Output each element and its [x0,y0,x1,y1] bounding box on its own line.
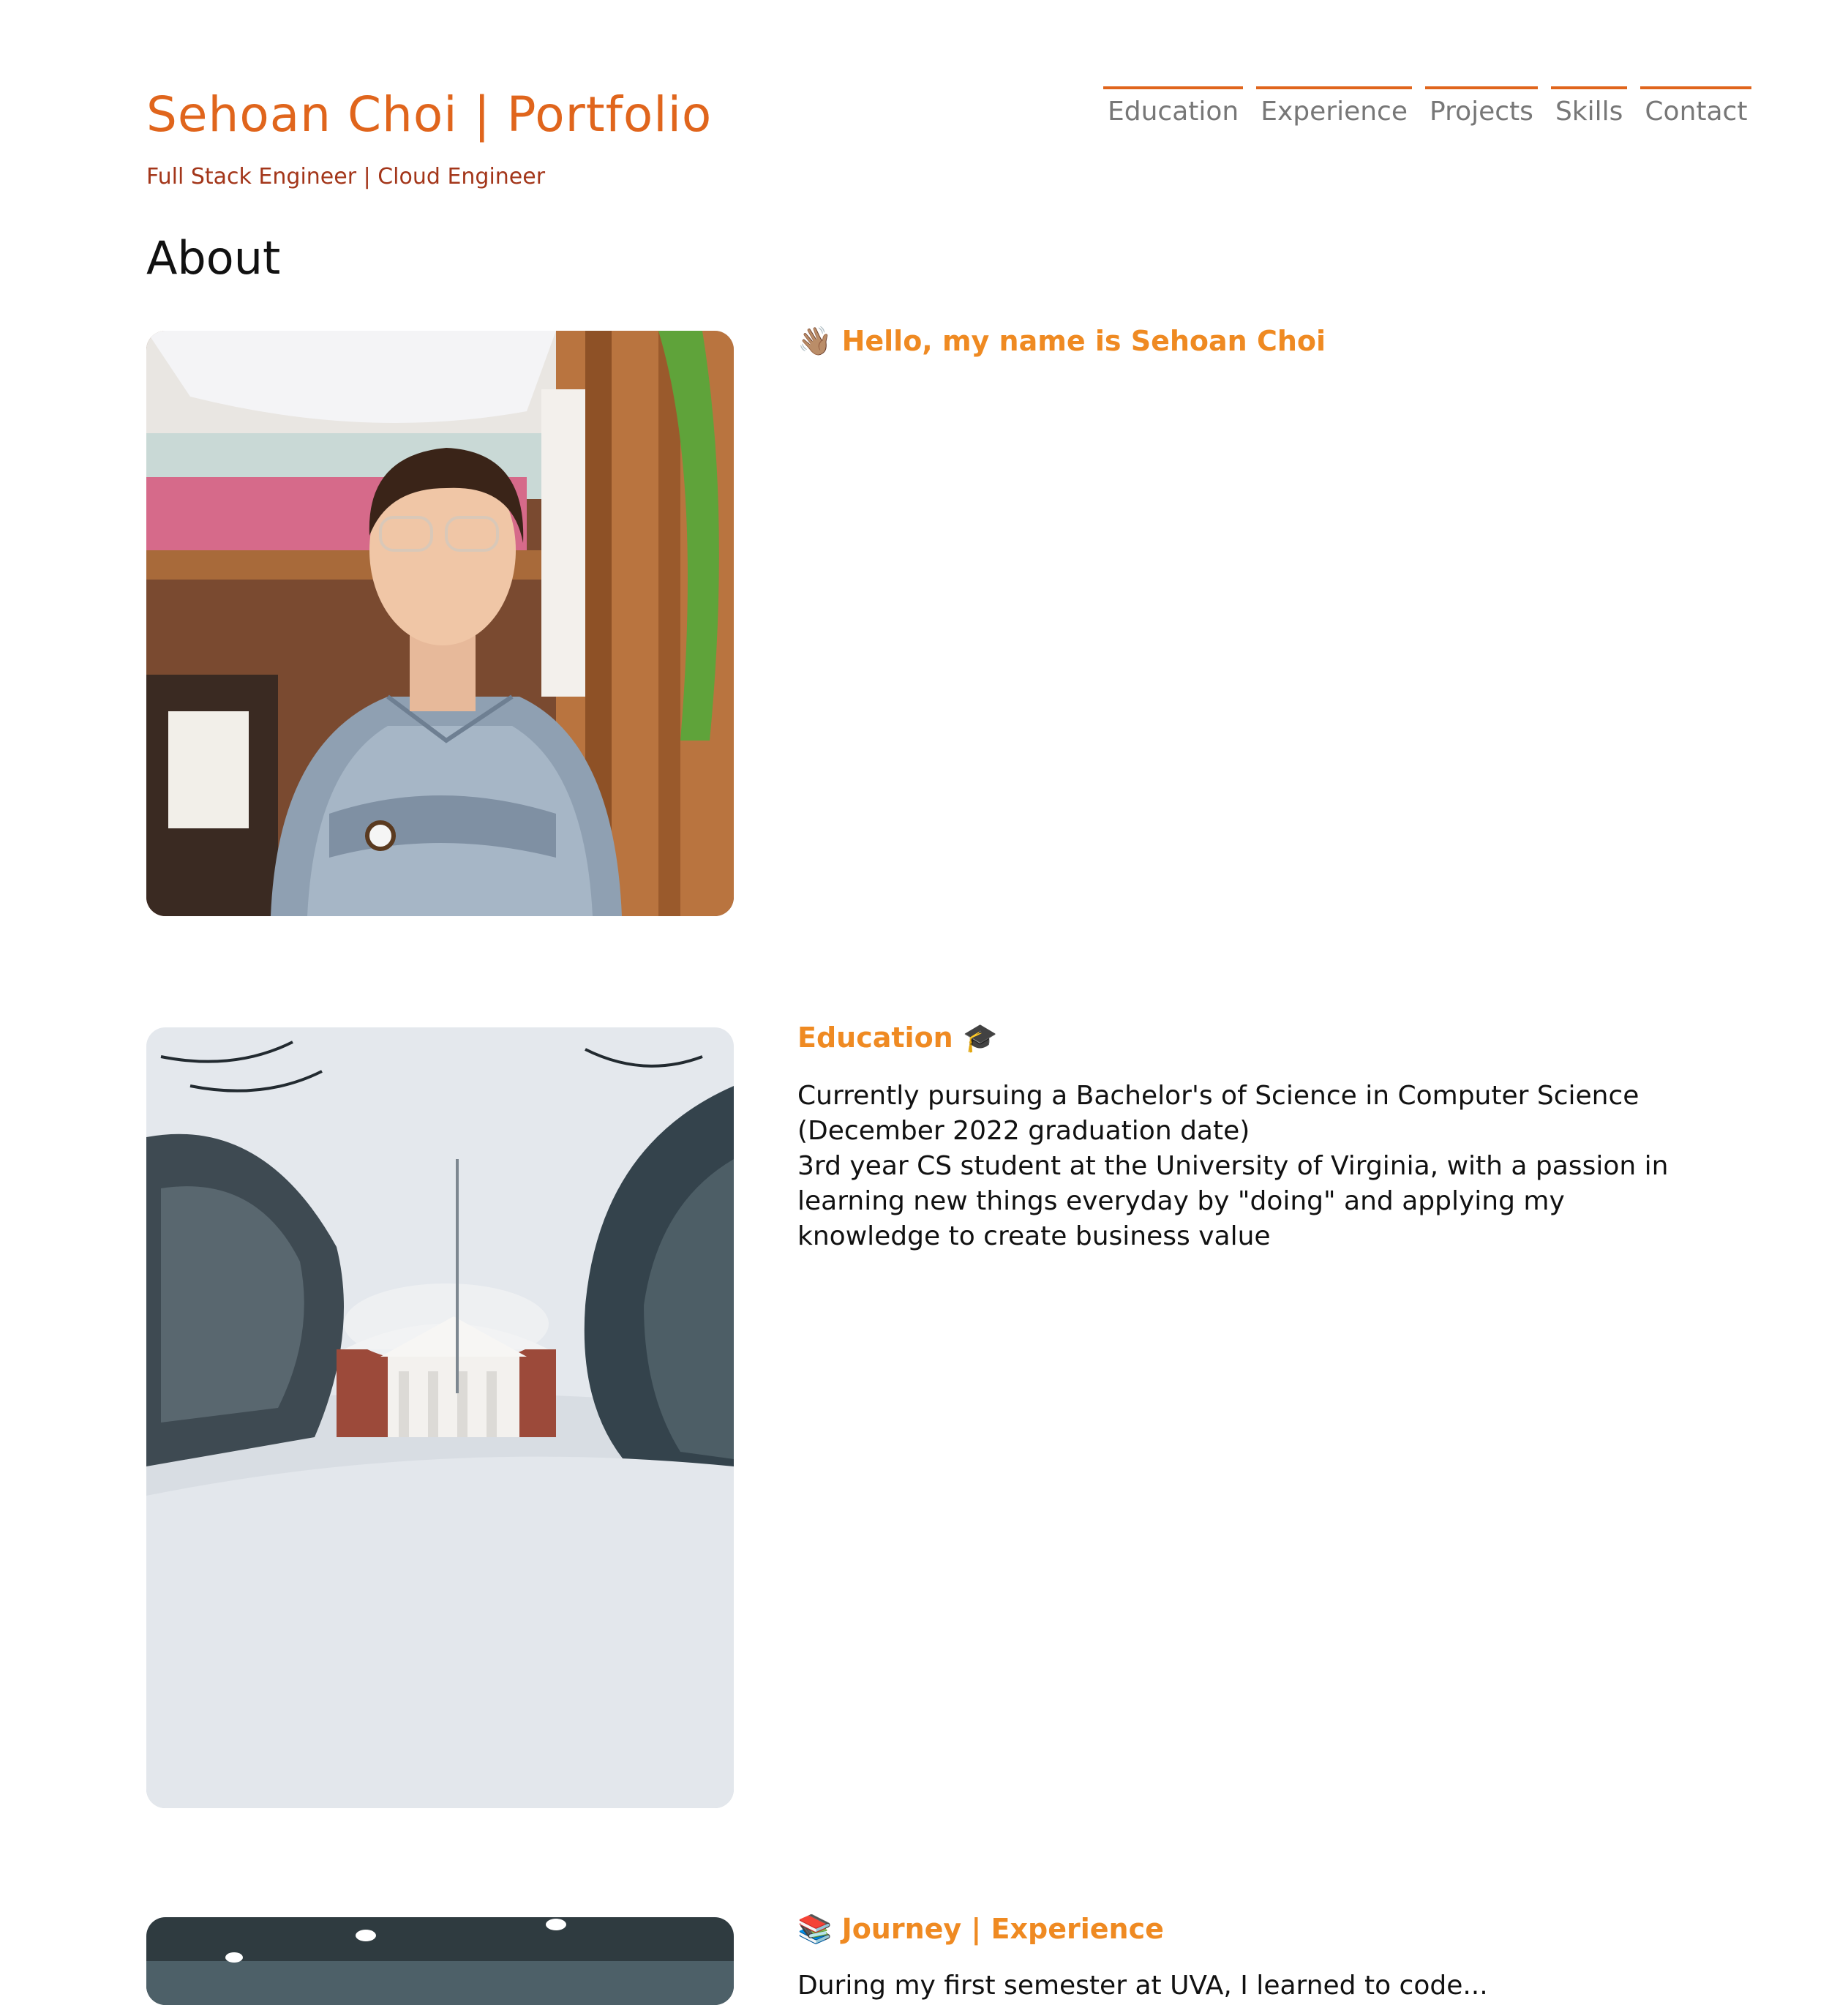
hello-heading-text: Hello, my name is Sehoan Choi [841,325,1326,357]
site-subtitle: Full Stack Engineer | Cloud Engineer [146,164,546,190]
graduation-cap-icon: 🎓 [962,1022,998,1054]
nav-projects[interactable]: Projects [1425,86,1538,127]
office-photo-illustration [146,1917,734,2005]
portrait-photo-illustration [146,331,734,916]
about-card-heading-journey: 📚 Journey | Experience [797,1913,1164,1946]
campus-photo-illustration [146,1027,734,1808]
education-paragraph-2: 3rd year CS student at the University of… [797,1151,1669,1251]
about-section-title: About [146,231,281,285]
nav-skills[interactable]: Skills [1550,86,1628,127]
journey-heading-text: Journey | Experience [841,1913,1164,1945]
waving-hand-icon: 👋🏽 [797,325,833,357]
journey-paragraph-1: During my first semester at UVA, I learn… [797,1971,1488,2001]
portrait-photo [146,331,734,916]
campus-photo [146,1027,734,1808]
nav-experience[interactable]: Experience [1256,86,1412,127]
education-description: Currently pursuing a Bachelor's of Scien… [797,1079,1690,1254]
nav-education[interactable]: Education [1103,86,1244,127]
education-heading-text: Education [797,1022,953,1054]
office-photo [146,1917,734,2005]
about-card-heading-hello: 👋🏽 Hello, my name is Sehoan Choi [797,325,1326,358]
journey-description: During my first semester at UVA, I learn… [797,1968,1690,2004]
about-card-heading-education: Education 🎓 [797,1022,997,1054]
education-paragraph-1: Currently pursuing a Bachelor's of Scien… [797,1081,1639,1146]
main-nav: Education Experience Projects Skills Con… [1103,86,1752,127]
nav-contact[interactable]: Contact [1640,86,1752,127]
site-title[interactable]: Sehoan Choi | Portfolio [146,86,712,143]
books-icon: 📚 [797,1913,833,1945]
